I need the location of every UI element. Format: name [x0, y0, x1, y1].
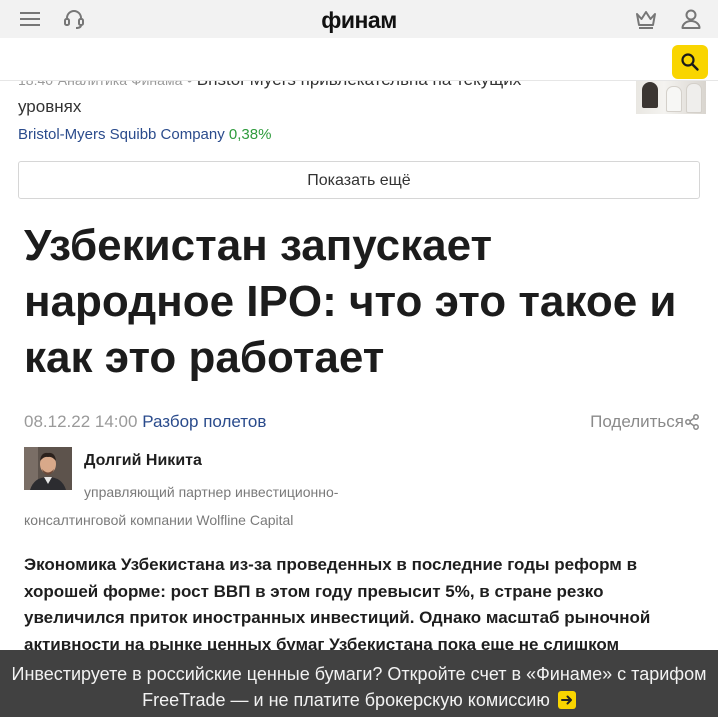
news-item[interactable]: 18:40 Аналитика Финама • Bristol-Myers п… — [0, 80, 718, 150]
article-rubric[interactable]: Разбор полетов — [142, 412, 266, 431]
crown-icon[interactable] — [634, 7, 658, 31]
news-time: 18:40 — [18, 80, 54, 88]
promo-text[interactable]: Инвестируете в российские ценные бумаги?… — [12, 664, 707, 710]
ticker-change: 0,38% — [228, 126, 272, 143]
share-button[interactable]: Поделиться — [590, 412, 684, 432]
finam-logo[interactable]: финам — [0, 7, 718, 34]
news-thumbnail[interactable] — [636, 80, 706, 114]
ticker-name[interactable]: Bristol-Myers Squibb Company — [18, 126, 225, 143]
search-bar — [0, 38, 718, 81]
show-more-button[interactable]: Показать ещё — [18, 161, 700, 199]
article-date: 08.12.22 14:00 — [24, 412, 138, 431]
news-bullet: • — [187, 80, 192, 88]
arrow-right-icon[interactable] — [557, 691, 576, 709]
news-headline-cont[interactable]: уровнях — [18, 97, 81, 117]
article-title: Узбекистан запускает народное IPO: что э… — [24, 221, 677, 382]
news-headline[interactable]: Bristol-Myers привлекательна на текущих — [197, 80, 522, 89]
user-icon[interactable] — [679, 7, 703, 31]
share-icon[interactable] — [684, 414, 700, 430]
news-source[interactable]: Аналитика Финама — [58, 80, 183, 88]
news-ticker[interactable]: Bristol-Myers Squibb Company 0,38% — [18, 126, 271, 143]
site-header: финам — [0, 0, 718, 39]
search-button[interactable] — [672, 45, 708, 79]
search-icon — [681, 53, 699, 71]
promo-banner[interactable]: Инвестируете в российские ценные бумаги?… — [0, 650, 718, 717]
author-role: управляющий партнер инвестиционно-консал… — [24, 484, 339, 528]
article-lead: Экономика Узбекистана из-за проведенных … — [24, 555, 651, 654]
article-meta: 08.12.22 14:00 Разбор полетов — [24, 412, 266, 432]
news-headline-line: 18:40 Аналитика Финама • Bristol-Myers п… — [18, 80, 521, 90]
author-name[interactable]: Долгий Никита — [84, 452, 202, 470]
